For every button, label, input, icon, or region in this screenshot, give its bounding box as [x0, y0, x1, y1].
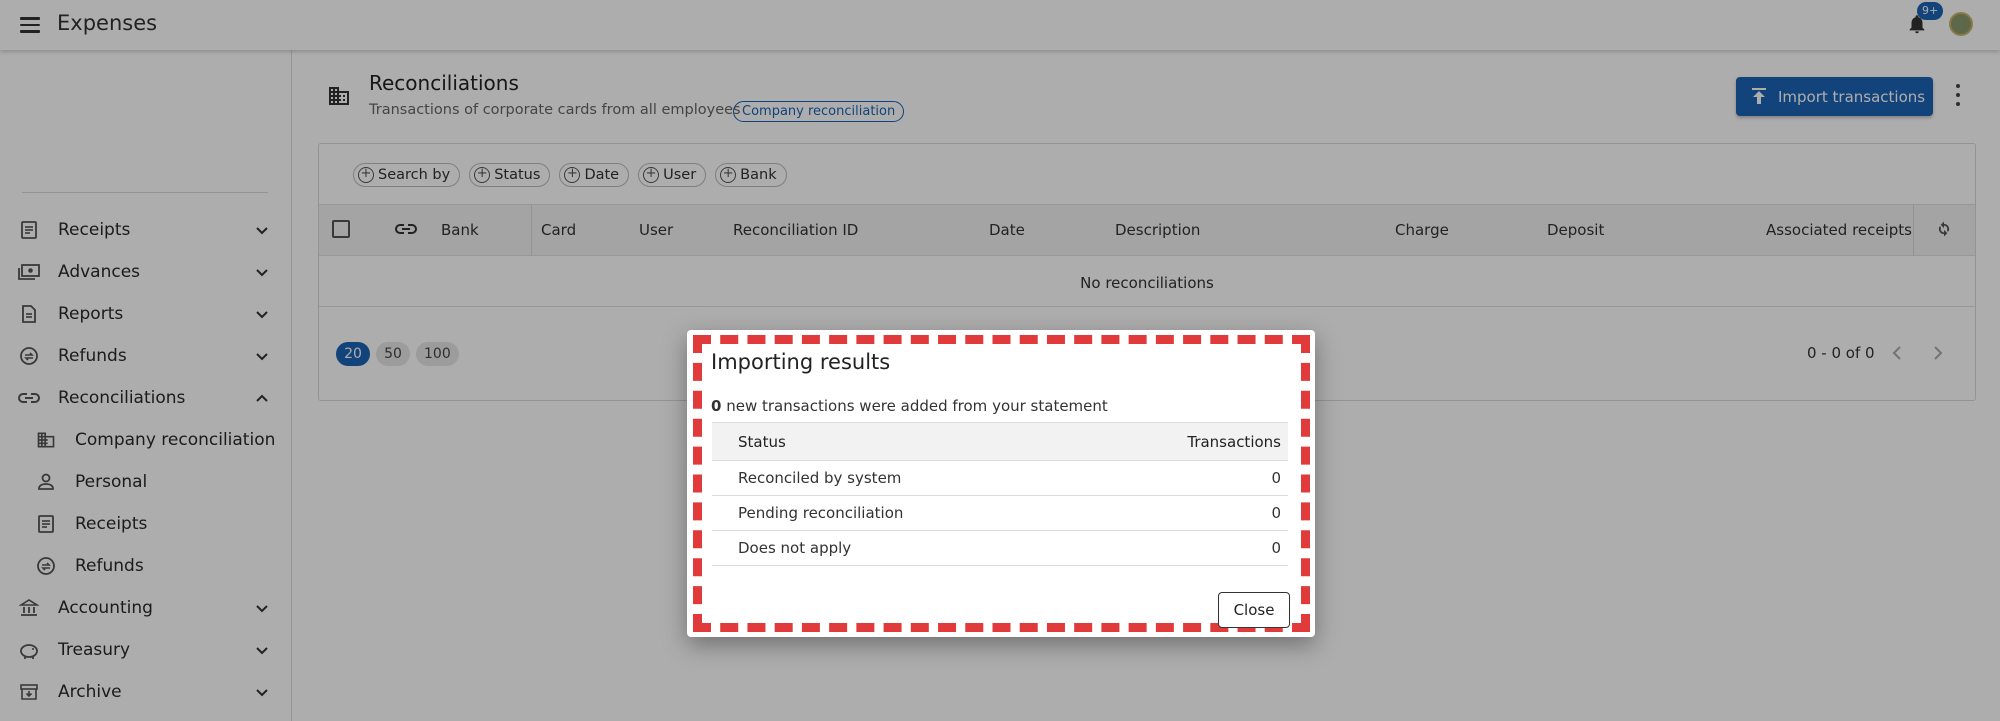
results-table-row: Reconciled by system 0: [712, 460, 1288, 496]
results-table-row: Pending reconciliation 0: [712, 495, 1288, 531]
close-button[interactable]: Close: [1218, 592, 1290, 628]
status-cell: Reconciled by system: [712, 460, 1090, 496]
status-cell: Does not apply: [712, 530, 1090, 566]
status-cell: Pending reconciliation: [712, 495, 1090, 531]
results-table-header: Status Transactions: [712, 422, 1288, 461]
results-table-row: Does not apply 0: [712, 530, 1288, 566]
transactions-count-cell: 0: [1089, 530, 1288, 566]
results-table: Status Transactions Reconciled by system…: [712, 422, 1288, 566]
summary-text: new transactions were added from your st…: [726, 397, 1108, 415]
status-column-header: Status: [712, 422, 1090, 461]
dialog-summary: 0 new transactions were added from your …: [711, 397, 1108, 415]
transactions-count-cell: 0: [1089, 460, 1288, 496]
new-transactions-count: 0: [711, 397, 722, 415]
dialog-title: Importing results: [711, 350, 891, 374]
transactions-column-header: Transactions: [1089, 422, 1288, 461]
transactions-count-cell: 0: [1089, 495, 1288, 531]
